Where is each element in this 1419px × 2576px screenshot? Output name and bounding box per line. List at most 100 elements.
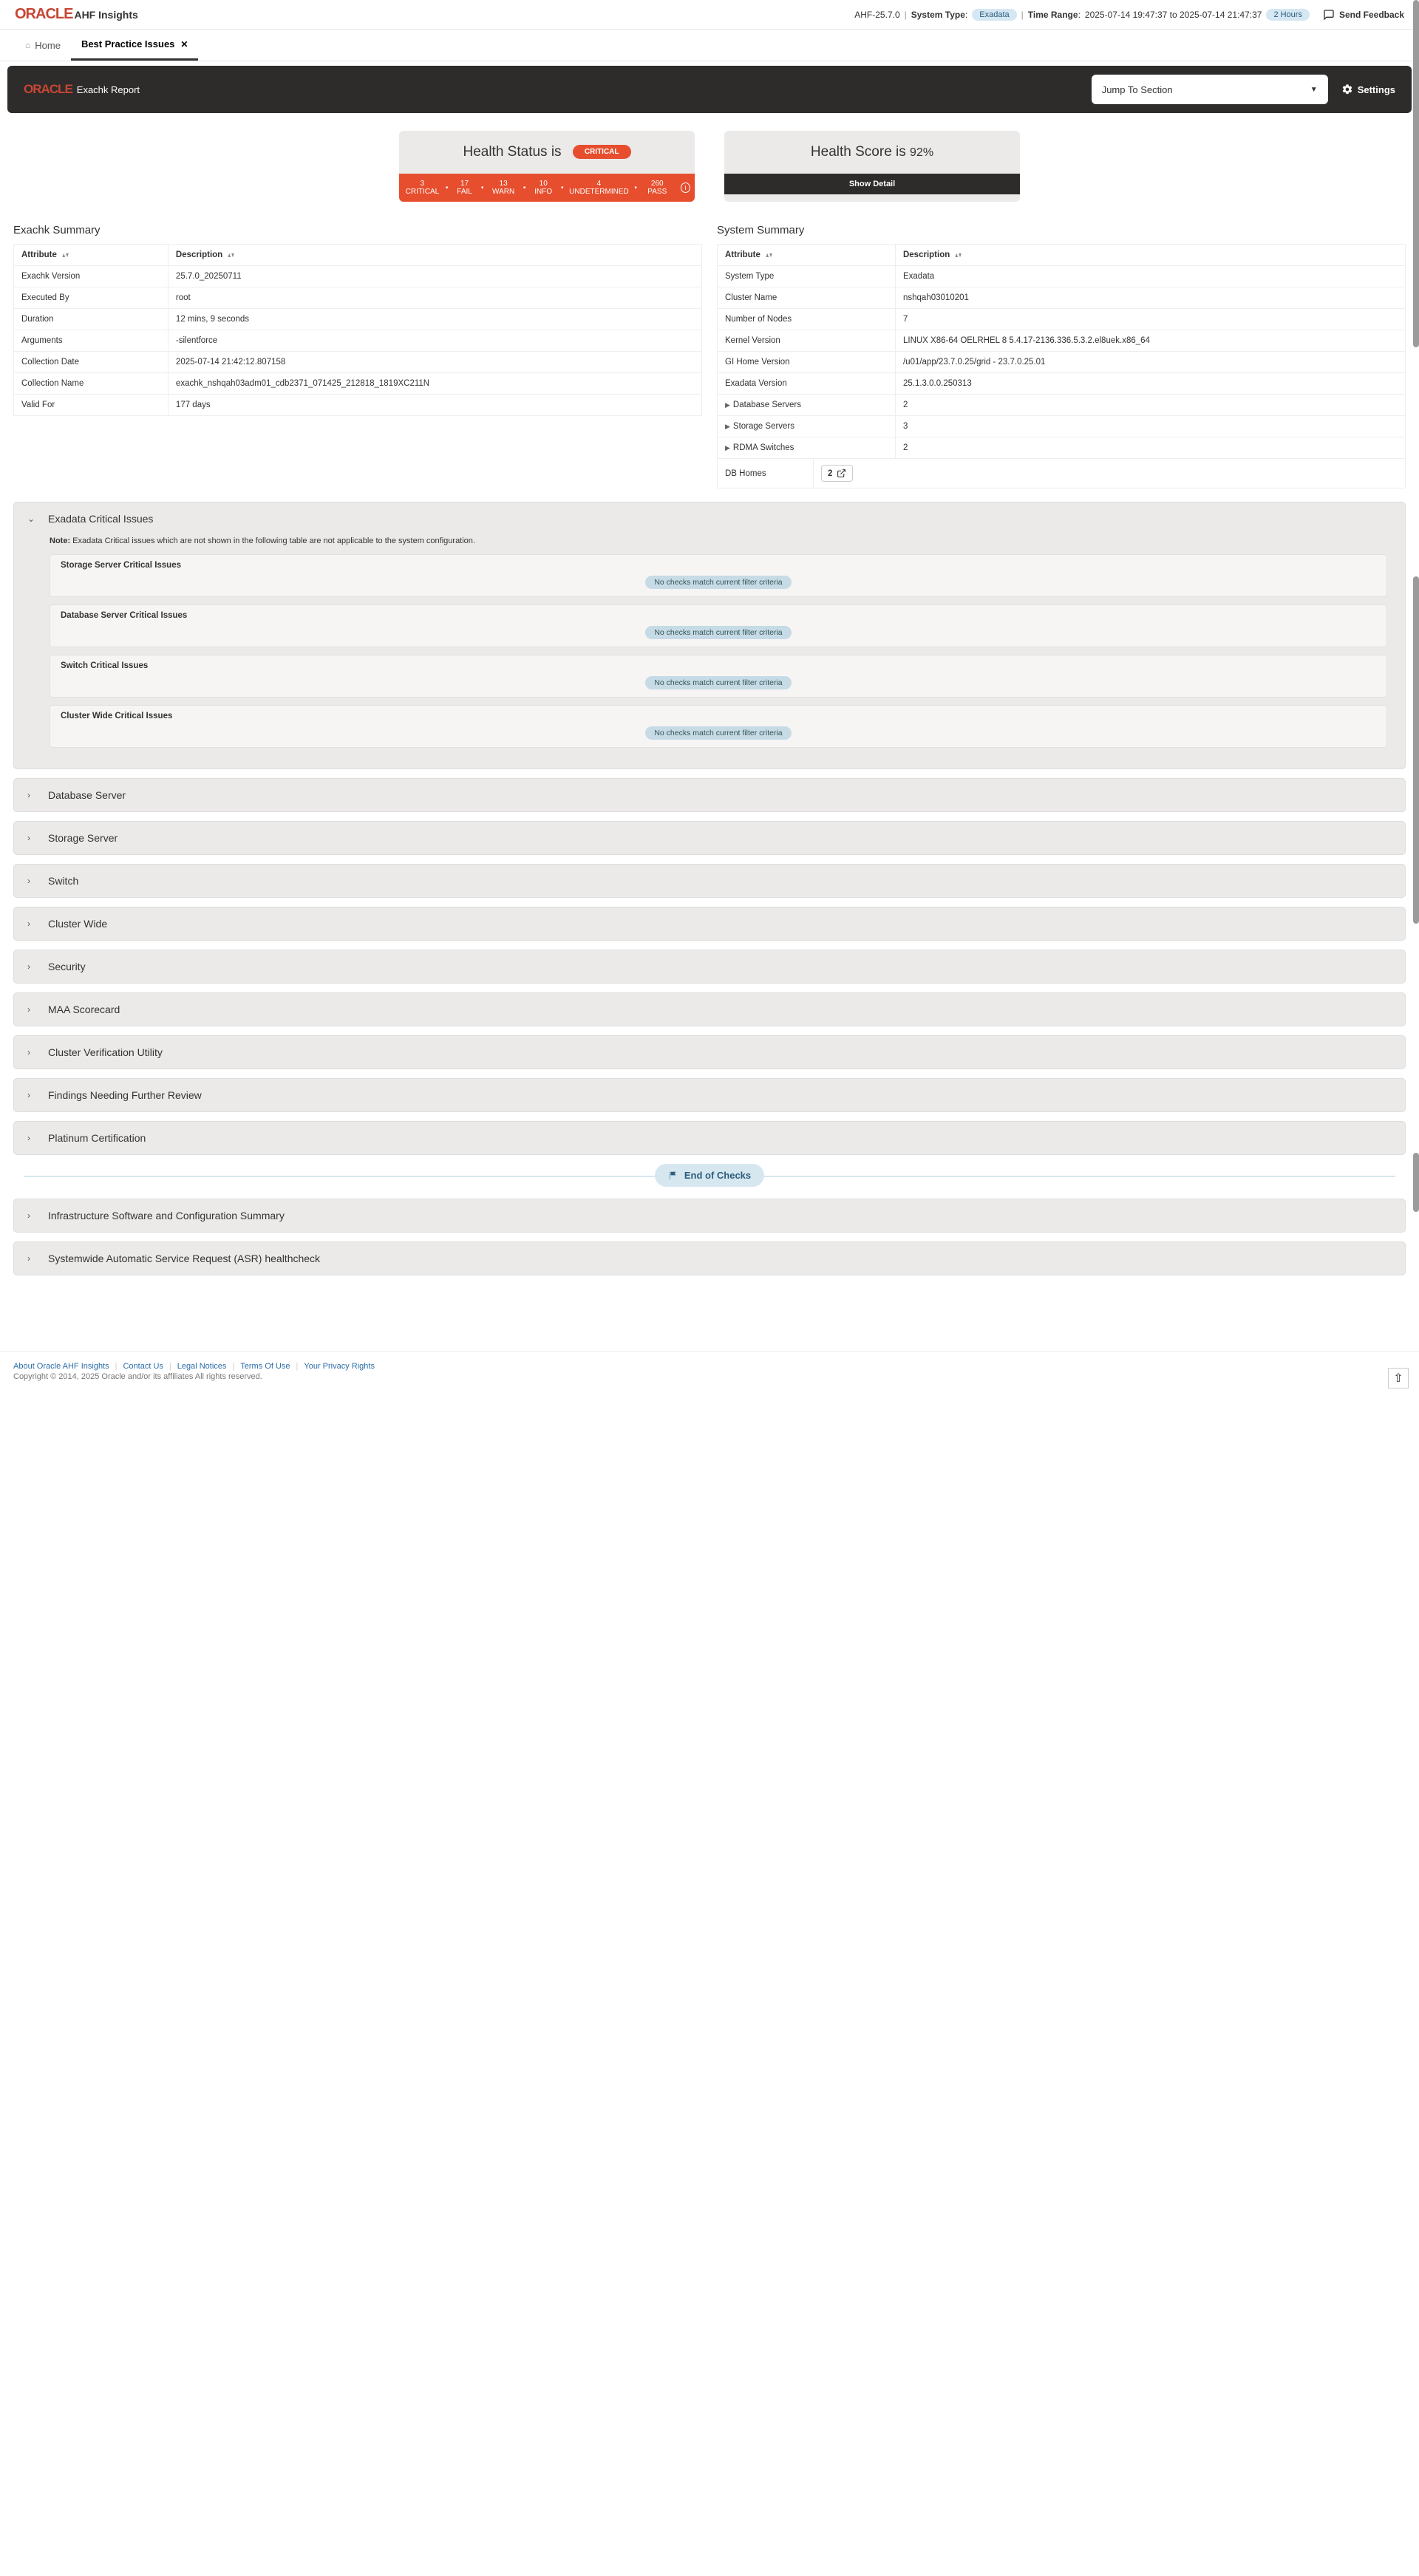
panel-title: MAA Scorecard: [48, 1004, 120, 1015]
col-description[interactable]: Description▲▼: [895, 245, 1405, 266]
report-bar: ORACLE Exachk Report Jump To Section ▼ S…: [7, 66, 1412, 113]
table-row: Duration12 mins, 9 seconds: [14, 309, 702, 330]
chevron-right-icon: ›: [27, 790, 36, 800]
critical-badge: CRITICAL: [573, 145, 631, 159]
cell-attribute: GI Home Version: [718, 352, 896, 373]
footer: About Oracle AHF Insights | Contact Us | Leg…: [0, 1351, 1419, 1403]
system-type-chip[interactable]: Exadata: [972, 9, 1016, 21]
table-row: Exachk Version25.7.0_20250711: [14, 266, 702, 287]
panel-header[interactable]: ⌄ Exadata Critical Issues: [14, 502, 1405, 535]
cell-description: 25.7.0_20250711: [168, 266, 701, 287]
cell-description: 7: [895, 309, 1405, 330]
col-description[interactable]: Description▲▼: [168, 245, 701, 266]
footer-link[interactable]: About Oracle AHF Insights: [13, 1362, 109, 1371]
panel-header[interactable]: › Cluster Wide: [14, 907, 1405, 940]
tab-best-practice-issues[interactable]: Best Practice Issues ✕: [71, 30, 199, 61]
cell-attribute: Exadata Version: [718, 373, 896, 395]
table-row: System TypeExadata: [718, 266, 1406, 287]
chevron-right-icon: ›: [27, 833, 36, 843]
table-row: ▶RDMA Switches2: [718, 437, 1406, 459]
expand-icon[interactable]: ▶: [725, 401, 730, 409]
cell-description: LINUX X86-64 OELRHEL 8 5.4.17-2136.336.5…: [895, 330, 1405, 352]
info-icon[interactable]: i: [681, 183, 690, 193]
table-row: Valid For177 days: [14, 395, 702, 416]
footer-link[interactable]: Legal Notices: [177, 1362, 227, 1371]
feedback-icon: [1323, 9, 1335, 21]
col-attribute[interactable]: Attribute▲▼: [718, 245, 896, 266]
chevron-right-icon: ›: [27, 1090, 36, 1100]
show-detail-button[interactable]: Show Detail: [724, 174, 1020, 194]
panel: › Findings Needing Further Review: [13, 1078, 1406, 1112]
sort-icon: ▲▼: [765, 251, 772, 259]
system-summary-table: Attribute▲▼ Description▲▼ System TypeExa…: [717, 244, 1406, 459]
send-feedback-button[interactable]: Send Feedback: [1323, 9, 1404, 21]
flag-icon: [668, 1171, 678, 1181]
tab-bar: ⌂ Home Best Practice Issues ✕: [0, 30, 1419, 61]
panel-header[interactable]: › Security: [14, 950, 1405, 983]
chevron-down-icon: ⌄: [27, 514, 36, 524]
panel-header[interactable]: › Systemwide Automatic Service Request (…: [14, 1242, 1405, 1275]
cell-attribute[interactable]: ▶Storage Servers: [718, 416, 896, 437]
footer-link[interactable]: Your Privacy Rights: [304, 1362, 375, 1371]
panel-title: Cluster Verification Utility: [48, 1046, 163, 1058]
settings-button[interactable]: Settings: [1341, 84, 1395, 95]
cell-description: root: [168, 287, 701, 309]
cell-description: Exadata: [895, 266, 1405, 287]
ahf-version: AHF-25.7.0: [854, 10, 899, 20]
time-range-chip[interactable]: 2 Hours: [1266, 9, 1310, 21]
exachk-summary-title: Exachk Summary: [13, 224, 702, 236]
health-status-breakdown: 3 CRITICAL• 17 FAIL• 13 WARN• 10 INFO• 4…: [399, 174, 695, 202]
chevron-right-icon: ›: [27, 876, 36, 886]
db-homes-button[interactable]: 2: [821, 465, 853, 482]
separator: |: [115, 1362, 118, 1371]
back-to-top-button[interactable]: ⇧: [1388, 1368, 1409, 1388]
sub-panel: Switch Critical Issues No checks match c…: [50, 655, 1387, 698]
panel-header[interactable]: › Cluster Verification Utility: [14, 1036, 1405, 1069]
panel-header[interactable]: › Infrastructure Software and Configurat…: [14, 1199, 1405, 1232]
sub-panel-title: Database Server Critical Issues: [50, 605, 1386, 626]
panel-title: Systemwide Automatic Service Request (AS…: [48, 1253, 320, 1264]
table-row: Cluster Namenshqah03010201: [718, 287, 1406, 309]
panel-title: Security: [48, 961, 86, 972]
panel-header[interactable]: › Findings Needing Further Review: [14, 1079, 1405, 1111]
panel-title: Cluster Wide: [48, 918, 107, 930]
separator: |: [905, 10, 907, 20]
close-icon[interactable]: ✕: [180, 39, 188, 50]
table-row: GI Home Version/u01/app/23.7.0.25/grid -…: [718, 352, 1406, 373]
panel-header[interactable]: › Platinum Certification: [14, 1122, 1405, 1154]
panel-title: Platinum Certification: [48, 1132, 146, 1144]
cell-attribute: Valid For: [14, 395, 169, 416]
cell-attribute: Cluster Name: [718, 287, 896, 309]
table-row: Executed Byroot: [14, 287, 702, 309]
cell-attribute[interactable]: ▶RDMA Switches: [718, 437, 896, 459]
panel-header[interactable]: › MAA Scorecard: [14, 993, 1405, 1026]
top-header: ORACLE AHF Insights AHF-25.7.0 | System …: [0, 0, 1419, 30]
oracle-logo: ORACLE: [24, 82, 72, 97]
panel-header[interactable]: › Database Server: [14, 779, 1405, 811]
sort-icon: ▲▼: [227, 251, 234, 259]
panel-title: Database Server: [48, 789, 126, 801]
cell-description: -silentforce: [168, 330, 701, 352]
col-attribute[interactable]: Attribute▲▼: [14, 245, 169, 266]
cell-description: 2025-07-14 21:42:12.807158: [168, 352, 701, 373]
status-cards-row: Health Status is CRITICAL 3 CRITICAL• 17…: [13, 131, 1406, 202]
expand-icon[interactable]: ▶: [725, 444, 730, 452]
panel: › Cluster Verification Utility: [13, 1035, 1406, 1069]
expand-icon[interactable]: ▶: [725, 423, 730, 430]
cell-attribute[interactable]: ▶Database Servers: [718, 395, 896, 416]
panel-header[interactable]: › Storage Server: [14, 822, 1405, 854]
panel-header[interactable]: › Switch: [14, 865, 1405, 897]
product-name: AHF Insights: [74, 9, 137, 21]
separator: |: [296, 1362, 299, 1371]
tab-home[interactable]: ⌂ Home: [15, 31, 71, 60]
copyright: Copyright © 2014, 2025 Oracle and/or its…: [13, 1372, 1406, 1381]
footer-link[interactable]: Contact Us: [123, 1362, 163, 1371]
cell-description: 12 mins, 9 seconds: [168, 309, 701, 330]
sub-panel-title: Storage Server Critical Issues: [50, 555, 1386, 576]
jump-to-section-select[interactable]: Jump To Section ▼: [1092, 75, 1328, 104]
footer-link[interactable]: Terms Of Use: [240, 1362, 290, 1371]
chevron-right-icon: ›: [27, 1253, 36, 1264]
panel: › Storage Server: [13, 821, 1406, 855]
panel: › Database Server: [13, 778, 1406, 812]
separator: |: [169, 1362, 171, 1371]
